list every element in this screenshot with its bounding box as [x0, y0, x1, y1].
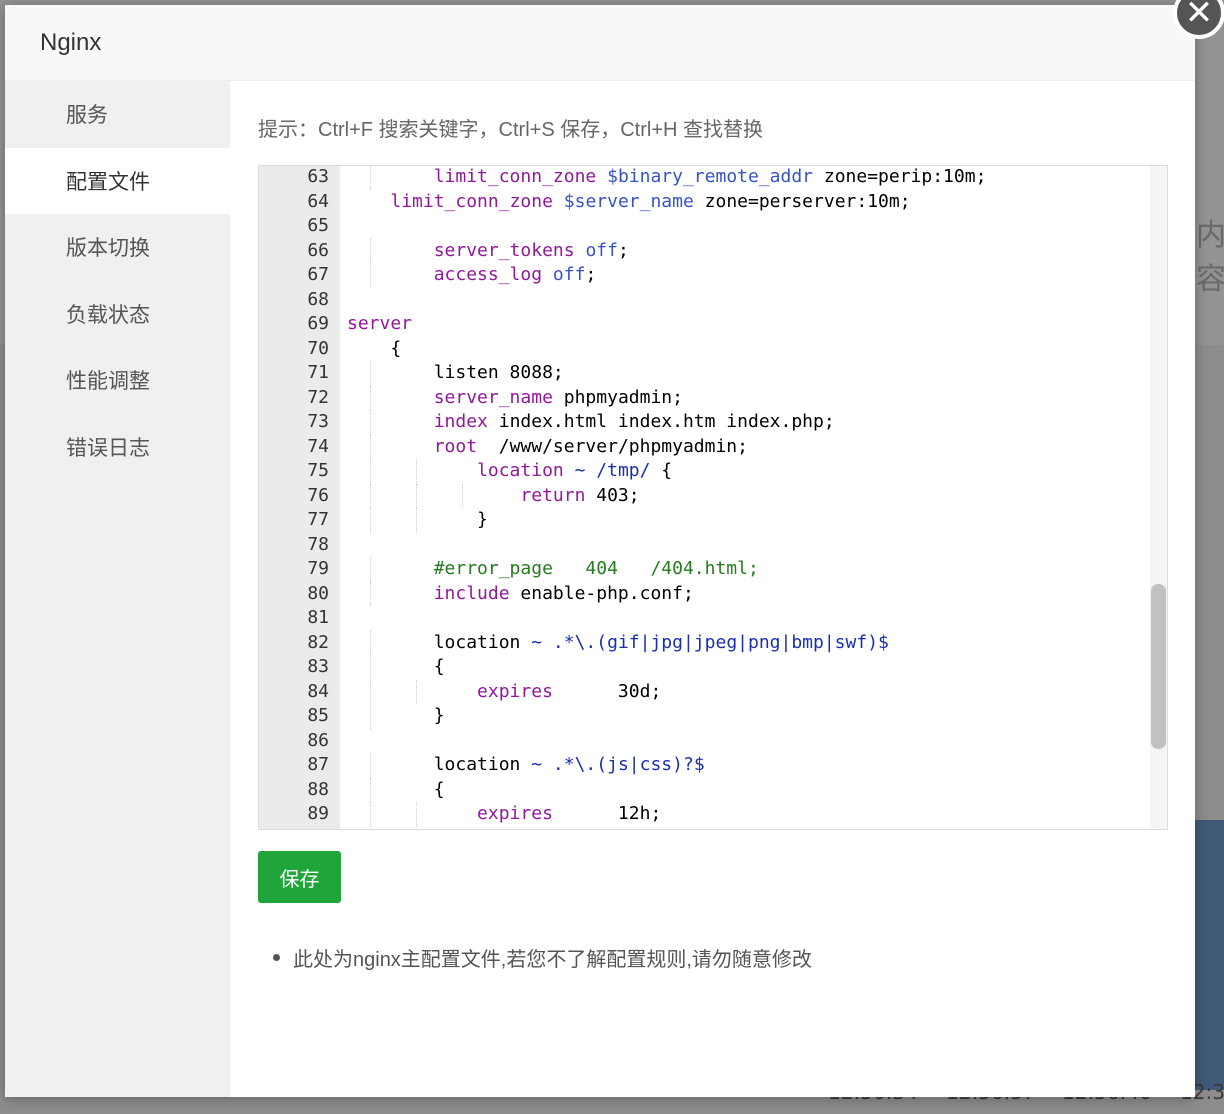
code-text: }	[347, 509, 488, 530]
warning-note: 此处为nginx主配置文件,若您不了解配置规则,请勿随意修改	[258, 943, 812, 972]
sidebar-item[interactable]: 错误日志	[5, 414, 230, 481]
line-number: 70	[307, 337, 329, 359]
code-line[interactable]: 65	[259, 214, 1150, 239]
sidebar-item[interactable]: 配置文件	[5, 147, 230, 214]
code-editor[interactable]: 63 limit_conn_zone $binary_remote_addr z…	[258, 165, 1168, 830]
line-number: 86	[307, 729, 329, 751]
code-line[interactable]: 86	[259, 729, 1150, 754]
line-number: 65	[307, 215, 329, 236]
code-line[interactable]: 64 limit_conn_zone $server_name zone=per…	[259, 190, 1150, 215]
code-line[interactable]: 73 index index.html index.htm index.php;	[259, 410, 1150, 435]
code-line[interactable]: 89 expires 12h;	[259, 802, 1150, 827]
editor-scrollbar[interactable]	[1150, 166, 1167, 829]
code-text: expires 30d;	[477, 680, 662, 702]
line-number: 66	[307, 239, 329, 261]
line-number: 84	[307, 680, 329, 702]
content-area: 提示：Ctrl+F 搜索关键字，Ctrl+S 保存，Ctrl+H 查找替换 63…	[258, 81, 1168, 1097]
line-number: 71	[307, 362, 329, 383]
code-text: limit_conn_zone $server_name zone=perser…	[390, 190, 911, 212]
line-number: 85	[307, 705, 329, 726]
note-list: 此处为nginx主配置文件,若您不了解配置规则,请勿随意修改	[258, 943, 812, 972]
line-number: 68	[307, 288, 329, 310]
line-number: 83	[307, 656, 329, 677]
code-text: index index.html index.htm index.php;	[433, 411, 835, 432]
code-line[interactable]: 72 server_name phpmyadmin;	[259, 385, 1150, 410]
background-chart-area	[1195, 820, 1224, 1090]
sidebar-item[interactable]: 性能调整	[5, 347, 230, 414]
code-text: {	[347, 656, 445, 677]
code-line[interactable]: 81	[259, 606, 1150, 631]
sidebar-item[interactable]: 服务	[5, 81, 230, 148]
code-text: listen 8088;	[347, 362, 564, 383]
code-text: location ~ .*\.(gif|jpg|jpeg|png|bmp|swf…	[347, 631, 889, 653]
line-number: 79	[307, 558, 329, 579]
code-line[interactable]: 75 location ~ /tmp/ {	[259, 459, 1150, 484]
code-line[interactable]: 78	[259, 533, 1150, 558]
line-number: 67	[307, 264, 329, 285]
code-line[interactable]: 85 }	[259, 704, 1150, 729]
line-number: 87	[307, 754, 329, 775]
line-number: 77	[307, 509, 329, 530]
code-text: server_tokens off;	[433, 239, 629, 261]
code-line[interactable]: 69 server	[259, 312, 1150, 337]
code-text: root /www/server/phpmyadmin;	[433, 435, 748, 457]
line-number: 88	[307, 778, 329, 800]
line-number: 76	[307, 484, 329, 506]
code-text: location ~ .*\.(js|css)?$	[347, 754, 705, 775]
background-partial-text: 内容	[1196, 218, 1224, 297]
line-number: 80	[307, 582, 329, 604]
code-line[interactable]: 71 listen 8088;	[259, 361, 1150, 386]
sidebar: 服务 配置文件 版本切换 负载状态 性能调整 错误日志	[5, 81, 230, 1097]
code-text: server_name phpmyadmin;	[433, 386, 683, 408]
code-line[interactable]: 68	[259, 288, 1150, 313]
code-line[interactable]: 82 location ~ .*\.(gif|jpg|jpeg|png|bmp|…	[259, 630, 1150, 655]
nginx-modal: Nginx ✕ 服务 配置文件 版本切换 负载状态 性能调整 错误日志 提示：Ctrl+F…	[5, 0, 1224, 1097]
line-number: 81	[307, 607, 329, 628]
code-line[interactable]: 87 location ~ .*\.(js|css)?$	[259, 753, 1150, 778]
code-line[interactable]: 63 limit_conn_zone $binary_remote_addr z…	[259, 166, 1150, 190]
line-number: 73	[307, 411, 329, 432]
scrollbar-thumb[interactable]	[1151, 584, 1166, 749]
code-text: return 403;	[520, 484, 640, 506]
code-line[interactable]: 84 expires 30d;	[259, 679, 1150, 704]
line-number: 78	[307, 533, 329, 555]
code-text: expires 12h;	[477, 803, 662, 824]
code-text: include enable-php.conf;	[433, 582, 694, 604]
code-text: #error_page 404 /404.html;	[433, 558, 759, 579]
shortcut-tip: 提示：Ctrl+F 搜索关键字，Ctrl+S 保存，Ctrl+H 查找替换	[258, 119, 764, 141]
code-text: {	[347, 337, 402, 359]
line-number: 63	[307, 166, 329, 187]
line-number: 72	[307, 386, 329, 408]
line-number: 64	[307, 190, 329, 212]
line-number: 69	[307, 313, 329, 334]
line-number: 75	[307, 460, 329, 481]
code-text: }	[347, 705, 445, 726]
sidebar-item[interactable]: 版本切换	[5, 214, 230, 281]
modal-header: Nginx	[5, 5, 1195, 81]
code-line[interactable]: 77 }	[259, 508, 1150, 533]
code-line[interactable]: 88 {	[259, 777, 1150, 802]
code-line[interactable]: 70 {	[259, 337, 1150, 362]
line-number: 74	[307, 435, 329, 457]
code-text: access_log off;	[433, 264, 597, 285]
sidebar-item[interactable]: 负载状态	[5, 281, 230, 348]
line-number: 82	[307, 631, 329, 653]
code-text: limit_conn_zone $binary_remote_addr zone…	[433, 166, 987, 187]
modal-title: Nginx	[40, 28, 102, 56]
code-line[interactable]: 79 #error_page 404 /404.html;	[259, 557, 1150, 582]
code-lines[interactable]: 63 limit_conn_zone $binary_remote_addr z…	[259, 166, 1150, 827]
code-line[interactable]: 67 access_log off;	[259, 263, 1150, 288]
code-line[interactable]: 80 include enable-php.conf;	[259, 581, 1150, 606]
code-text: server	[347, 313, 413, 334]
code-line[interactable]: 76 return 403;	[259, 483, 1150, 508]
code-line[interactable]: 74 root /www/server/phpmyadmin;	[259, 434, 1150, 459]
save-button[interactable]: 保存	[258, 851, 341, 903]
code-line[interactable]: 83 {	[259, 655, 1150, 680]
code-line[interactable]: 66 server_tokens off;	[259, 238, 1150, 263]
code-text: location ~ /tmp/ {	[477, 460, 673, 481]
code-text: {	[347, 778, 445, 800]
line-number: 89	[307, 803, 329, 824]
